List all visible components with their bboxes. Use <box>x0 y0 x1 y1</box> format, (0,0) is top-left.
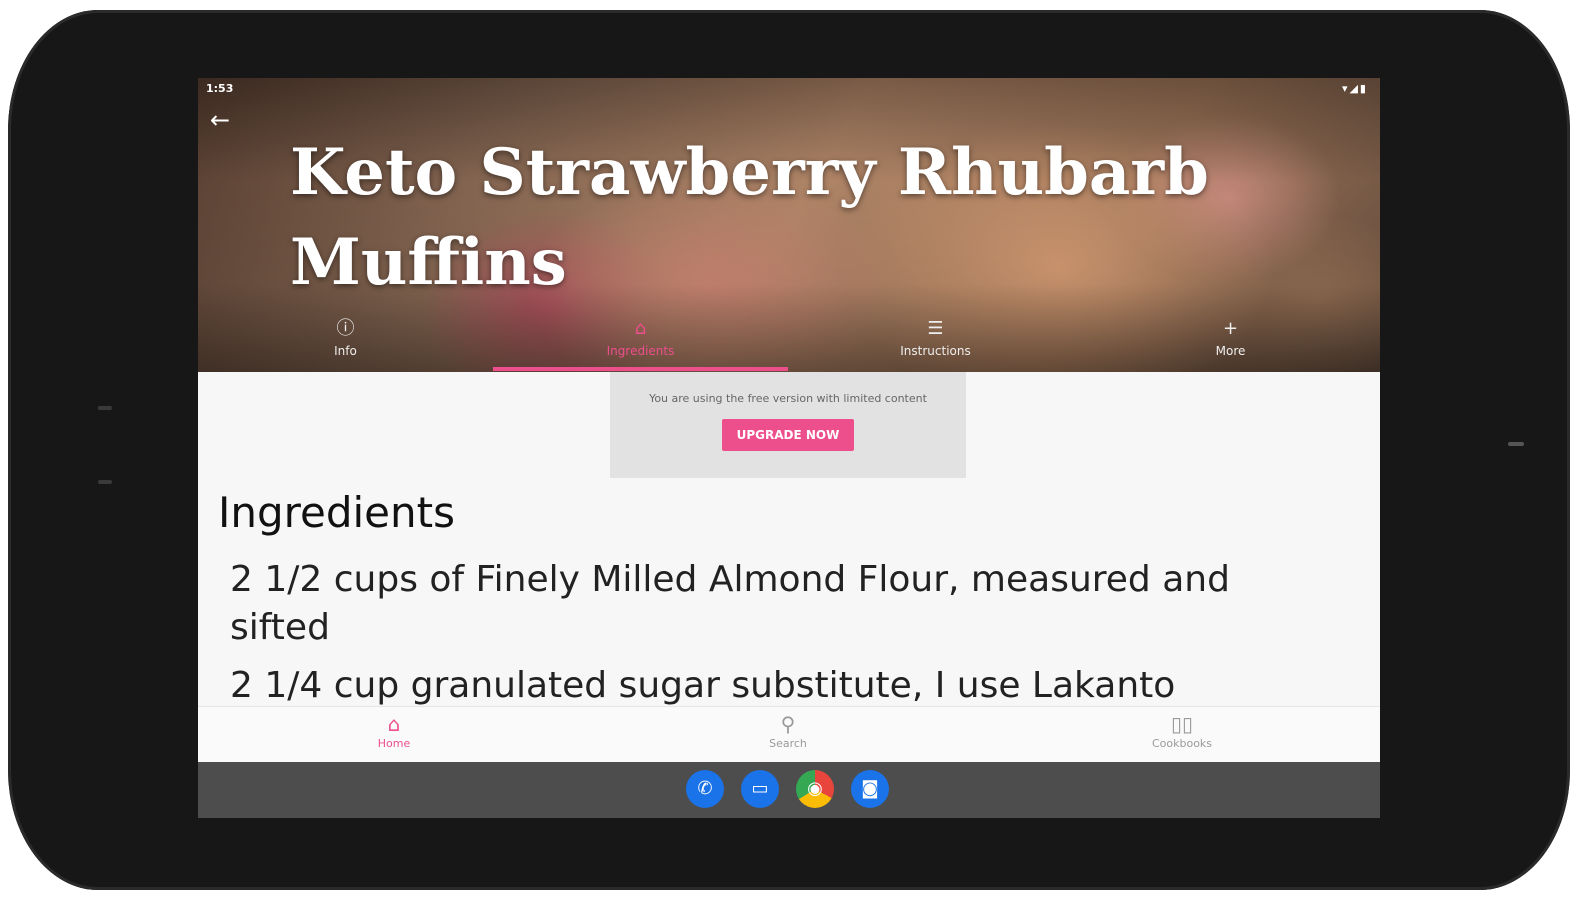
sensor <box>98 480 112 484</box>
recipe-hero-image: 1:53 ▾◢▮ ← Keto Strawberry Rhubarb Muffi… <box>198 78 1380 372</box>
bottom-navigation: ⌂ Home ⚲ Search ▯▯ Cookbooks <box>198 706 1380 763</box>
status-time: 1:53 <box>206 82 234 95</box>
nav-search[interactable]: ⚲ Search <box>688 713 888 750</box>
app-screen: 1:53 ▾◢▮ ← Keto Strawberry Rhubarb Muffi… <box>198 78 1380 818</box>
back-arrow-icon[interactable]: ← <box>210 106 238 134</box>
free-version-text: You are using the free version with limi… <box>649 392 927 405</box>
front-camera <box>98 406 112 410</box>
ingredients-list: 2 1/2 cups of Finely Milled Almond Flour… <box>230 556 1310 720</box>
launcher-dock: ✆ ▭ ◉ ◙ <box>198 762 1380 818</box>
phone-icon[interactable]: ✆ <box>686 770 724 808</box>
ingredient-item: 2 1/4 cup granulated sugar substitute, I… <box>230 665 1176 706</box>
tab-label: More <box>1215 344 1246 358</box>
tab-info[interactable]: ⓘ Info <box>198 314 493 372</box>
tab-label: Ingredients <box>606 344 675 358</box>
nav-label: Cookbooks <box>1151 737 1213 750</box>
plus-icon: + <box>1222 318 1239 339</box>
home-icon: ⌂ <box>387 712 401 736</box>
free-version-banner: You are using the free version with limi… <box>610 372 966 478</box>
book-icon: ▯▯ <box>1170 712 1193 736</box>
tab-label: Info <box>334 344 357 358</box>
tab-ingredients[interactable]: ⌂ Ingredients <box>493 314 788 372</box>
status-bar: 1:53 ▾◢▮ <box>198 78 1380 100</box>
nav-label: Search <box>769 737 807 750</box>
ingredient-item: 2 1/2 cups of Finely Milled Almond Flour… <box>230 559 1230 648</box>
status-icons: ▾◢▮ <box>1341 82 1368 95</box>
list-icon: ☰ <box>927 318 944 339</box>
recipe-tabs: ⓘ Info ⌂ Ingredients ☰ Instructions + Mo… <box>198 314 1380 372</box>
nav-home[interactable]: ⌂ Home <box>294 713 494 750</box>
chrome-icon[interactable]: ◉ <box>796 770 834 808</box>
upgrade-now-button[interactable]: UPGRADE NOW <box>722 419 854 451</box>
ingredients-icon: ⌂ <box>634 318 647 339</box>
search-icon: ⚲ <box>780 712 796 736</box>
tab-label: Instructions <box>900 344 971 358</box>
info-icon: ⓘ <box>336 318 355 339</box>
nav-cookbooks[interactable]: ▯▯ Cookbooks <box>1082 713 1282 750</box>
tab-instructions[interactable]: ☰ Instructions <box>788 314 1083 372</box>
recipe-title: Keto Strawberry Rhubarb Muffins <box>290 135 1209 300</box>
active-tab-indicator <box>493 367 788 371</box>
ingredients-heading: Ingredients <box>218 488 455 537</box>
messages-icon[interactable]: ▭ <box>741 770 779 808</box>
camera-icon[interactable]: ◙ <box>851 770 889 808</box>
tab-more[interactable]: + More <box>1083 314 1378 372</box>
speaker <box>1508 442 1524 446</box>
nav-label: Home <box>377 737 411 750</box>
